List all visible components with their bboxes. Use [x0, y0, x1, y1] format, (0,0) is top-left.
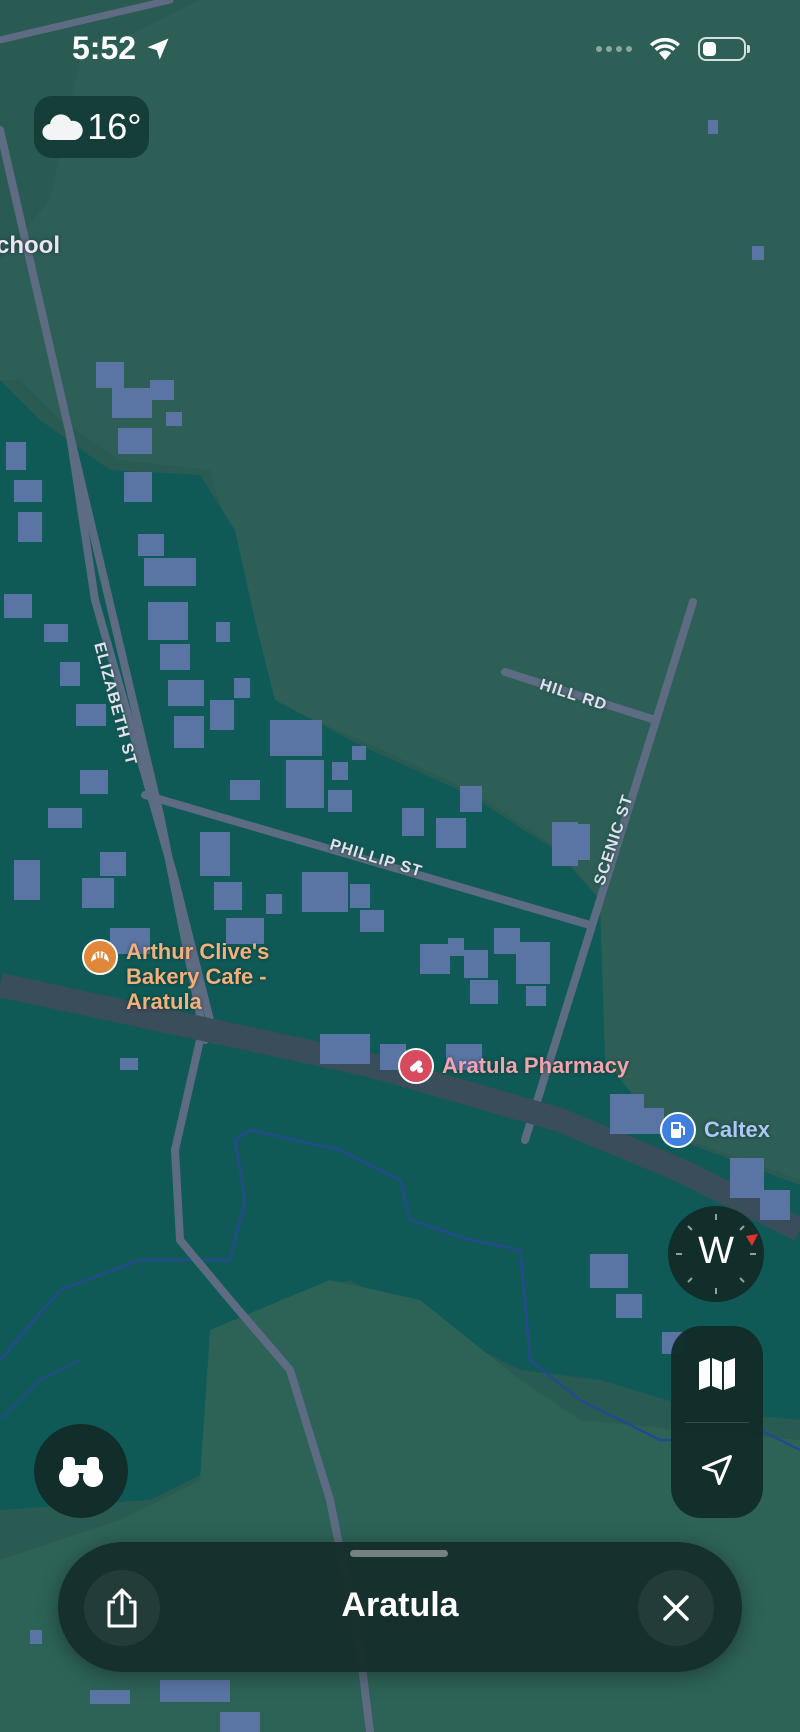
weather-badge[interactable]: 16° [34, 96, 149, 158]
place-card[interactable]: Aratula [58, 1542, 742, 1672]
poi-pharmacy-name: Aratula Pharmacy [442, 1053, 630, 1078]
pills-icon [398, 1048, 434, 1084]
map-controls-panel [671, 1326, 763, 1518]
poi-bakery[interactable]: Arthur Clive's Bakery Cafe - Aratula [82, 939, 269, 1014]
temperature-text: 16° [87, 106, 142, 147]
battery-icon [698, 37, 750, 61]
clock-time: 5:52 [72, 30, 137, 66]
status-bar-time: 5:52 [72, 30, 172, 67]
current-location-button[interactable] [671, 1422, 763, 1518]
poi-bakery-name: Arthur Clive's Bakery Cafe - Aratula [126, 939, 270, 1014]
poi-caltex-name: Caltex [704, 1117, 771, 1142]
map-mode-button[interactable] [671, 1326, 763, 1422]
poi-caltex[interactable]: Caltex [660, 1112, 770, 1148]
battery-level [703, 42, 716, 56]
look-around-button[interactable] [34, 1424, 128, 1518]
sheet-grabber[interactable] [350, 1550, 448, 1557]
close-icon [663, 1595, 689, 1621]
compass-heading: W [698, 1230, 734, 1272]
binoculars-icon [59, 1457, 103, 1487]
status-bar-indicators [596, 36, 750, 62]
wifi-icon [650, 37, 680, 60]
school-label[interactable]: chool [0, 232, 60, 260]
cellular-signal-icon [596, 46, 632, 52]
location-arrow-icon [702, 1455, 732, 1485]
cloud-icon [42, 114, 83, 141]
fuel-pump-icon [660, 1112, 696, 1148]
compass-button[interactable]: W [668, 1206, 764, 1302]
close-button[interactable] [638, 1570, 714, 1646]
poi-pharmacy[interactable]: Aratula Pharmacy [398, 1048, 629, 1084]
map-icon [699, 1358, 735, 1390]
location-services-icon [147, 38, 169, 59]
croissant-icon [82, 939, 118, 975]
